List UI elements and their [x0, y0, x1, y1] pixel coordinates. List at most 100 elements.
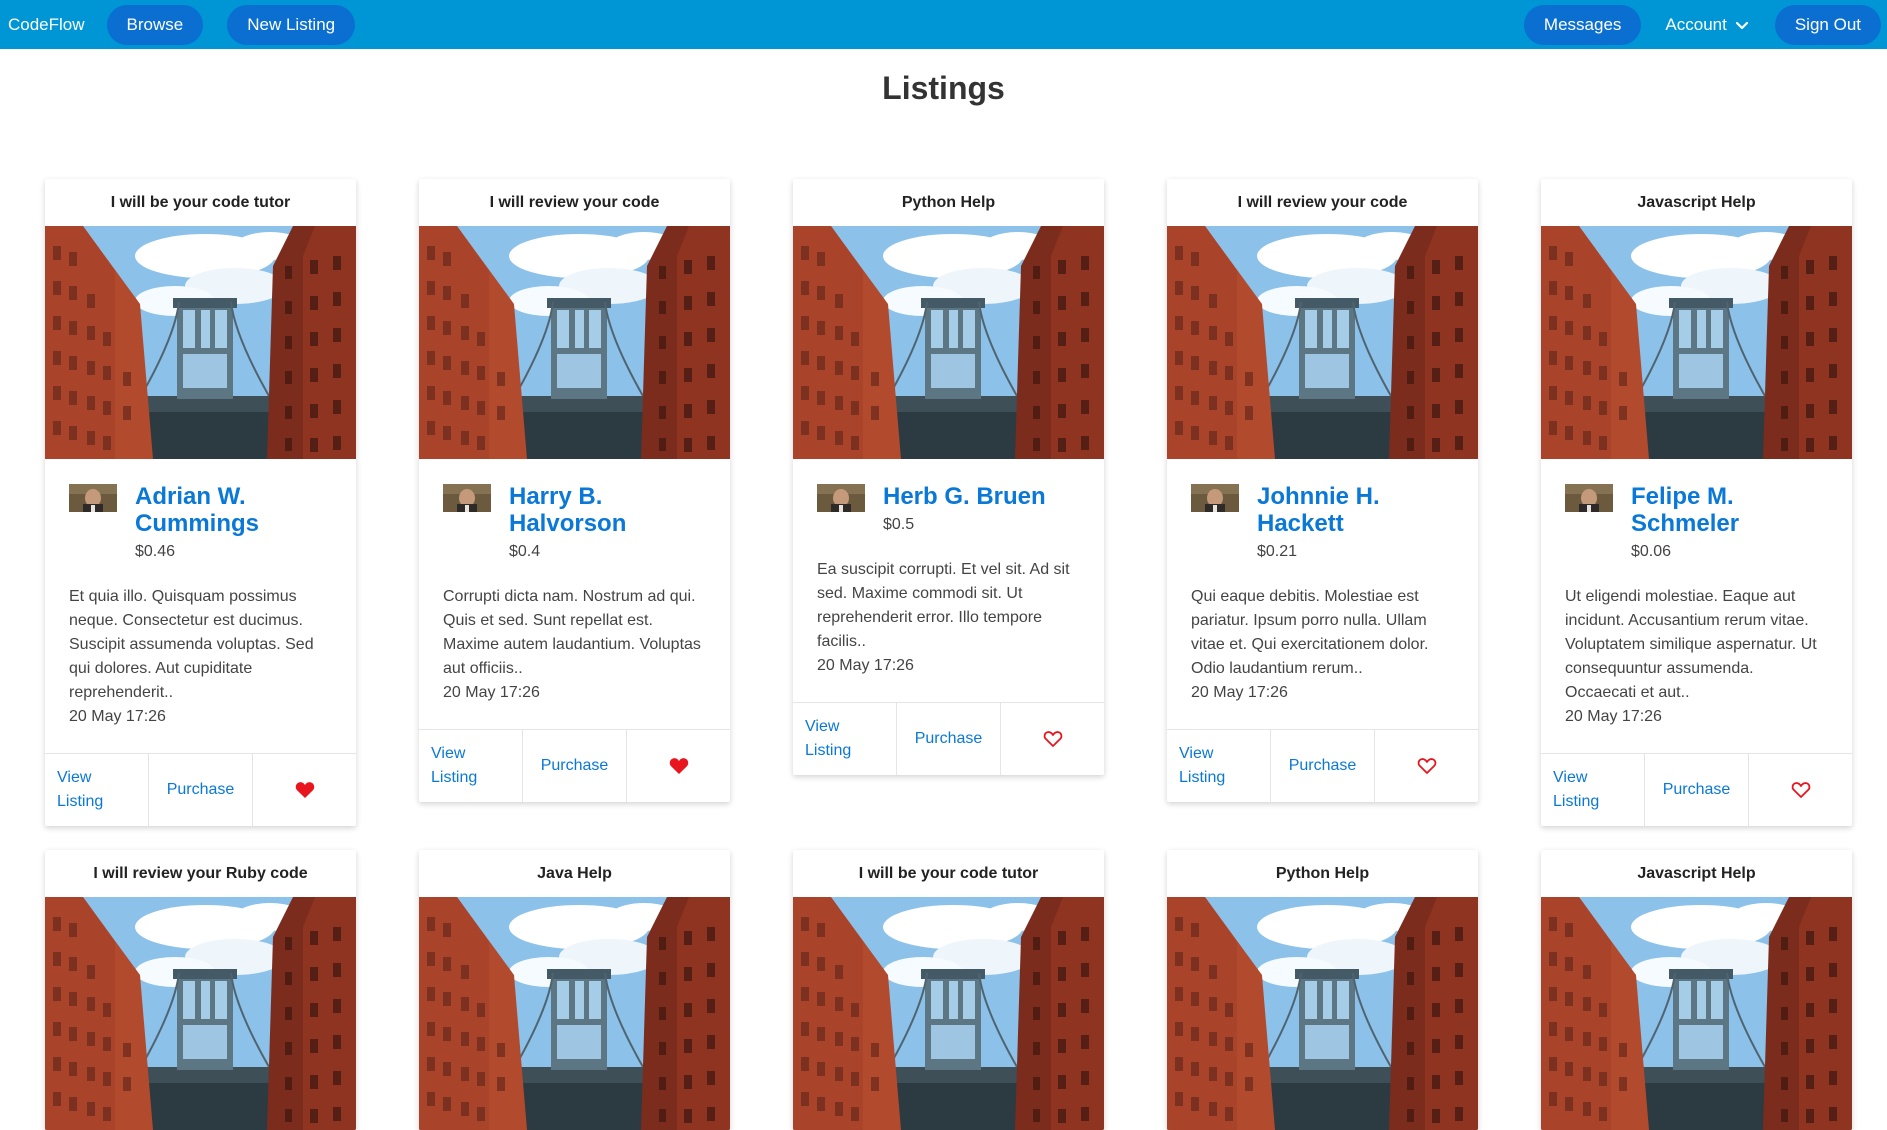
seller-row: Johnnie H. Hackett $0.21 — [1191, 483, 1454, 561]
purchase-link[interactable]: Purchase — [897, 703, 1001, 775]
listing-date: 20 May 17:26 — [817, 657, 914, 674]
browse-button[interactable]: Browse — [106, 4, 204, 45]
account-dropdown[interactable]: Account — [1645, 5, 1768, 45]
seller-row: Adrian W. Cummings $0.46 — [69, 483, 332, 561]
seller-info: Adrian W. Cummings $0.46 — [135, 483, 332, 561]
listing-title: I will be your code tutor — [858, 864, 1039, 882]
listing-image[interactable] — [1167, 226, 1478, 459]
listing-card: I will be your code tutor Adrian W. Cumm… — [45, 179, 356, 826]
seller-info: Felipe M. Schmeler $0.06 — [1631, 483, 1828, 561]
listing-title: Javascript Help — [1637, 193, 1756, 211]
listing-title: Python Help — [901, 193, 996, 211]
page-title: Listings — [882, 70, 1005, 106]
listing-date: 20 May 17:26 — [443, 684, 540, 701]
listing-actions: View Listing Purchase — [1541, 753, 1852, 826]
listing-price: $0.4 — [509, 543, 541, 560]
seller-row: Herb G. Bruen $0.5 — [817, 483, 1080, 534]
view-listing-link[interactable]: View Listing — [45, 754, 149, 826]
listing-image[interactable] — [419, 897, 730, 1130]
seller-info: Herb G. Bruen $0.5 — [883, 483, 1080, 534]
heart-filled-icon — [669, 757, 689, 775]
listing-card: Python Help Herb G. Bruen $0.5 Ea suscip… — [793, 179, 1104, 775]
listing-description: Qui eaque debitis. Molestiae est pariatu… — [1191, 588, 1429, 677]
listing-date: 20 May 17:26 — [1191, 684, 1288, 701]
listing-card: Python Help — [1167, 850, 1478, 1130]
favorite-button[interactable] — [1375, 730, 1478, 802]
listing-title: I will review your Ruby code — [93, 864, 308, 882]
listing-title: Python Help — [1275, 864, 1370, 882]
seller-name[interactable]: Harry B. Halvorson — [509, 483, 706, 537]
listing-date: 20 May 17:26 — [69, 708, 166, 725]
listing-title: I will review your code — [1237, 193, 1408, 211]
heart-outline-icon — [1417, 757, 1437, 775]
listing-image[interactable] — [793, 897, 1104, 1130]
listing-price: $0.21 — [1257, 543, 1298, 560]
seller-info: Johnnie H. Hackett $0.21 — [1257, 483, 1454, 561]
listing-body: Felipe M. Schmeler $0.06 Ut eligendi mol… — [1541, 459, 1852, 753]
listing-description: Ea suscipit corrupti. Et vel sit. Ad sit… — [817, 561, 1070, 650]
listing-card: Java Help — [419, 850, 730, 1130]
purchase-link[interactable]: Purchase — [149, 754, 253, 826]
listing-price: $0.46 — [135, 543, 176, 560]
favorite-button[interactable] — [627, 730, 730, 802]
brand-logo[interactable]: CodeFlow — [8, 15, 85, 35]
listing-title: Java Help — [537, 864, 612, 882]
view-listing-link[interactable]: View Listing — [793, 703, 897, 775]
seller-info: Harry B. Halvorson $0.4 — [509, 483, 706, 561]
listing-image[interactable] — [1541, 897, 1852, 1130]
purchase-link[interactable]: Purchase — [1271, 730, 1375, 802]
listings-grid: I will be your code tutor Adrian W. Cumm… — [45, 179, 1852, 1130]
listing-description: Corrupti dicta nam. Nostrum ad qui. Quis… — [443, 588, 701, 677]
avatar — [69, 484, 117, 512]
seller-name[interactable]: Adrian W. Cummings — [135, 483, 332, 537]
listing-body: Herb G. Bruen $0.5 Ea suscipit corrupti.… — [793, 459, 1104, 702]
listing-image[interactable] — [45, 226, 356, 459]
seller-row: Felipe M. Schmeler $0.06 — [1565, 483, 1828, 561]
listing-body: Harry B. Halvorson $0.4 Corrupti dicta n… — [419, 459, 730, 729]
listing-price: $0.06 — [1631, 543, 1672, 560]
listing-title: I will be your code tutor — [110, 193, 291, 211]
listing-actions: View Listing Purchase — [419, 729, 730, 802]
listing-actions: View Listing Purchase — [793, 702, 1104, 775]
listing-image[interactable] — [45, 897, 356, 1130]
listing-price: $0.5 — [883, 516, 915, 533]
account-label: Account — [1665, 14, 1727, 34]
purchase-link[interactable]: Purchase — [523, 730, 627, 802]
listing-card: I will review your Ruby code — [45, 850, 356, 1130]
listing-description: Ut eligendi molestiae. Eaque aut incidun… — [1565, 588, 1817, 701]
listing-card: I will review your code Johnnie H. Hacke… — [1167, 179, 1478, 802]
listing-image[interactable] — [1167, 897, 1478, 1130]
listing-title: I will review your code — [489, 193, 660, 211]
listing-description: Et quia illo. Quisquam possimus neque. C… — [69, 588, 314, 701]
favorite-button[interactable] — [1001, 703, 1104, 775]
view-listing-link[interactable]: View Listing — [1167, 730, 1271, 802]
favorite-button[interactable] — [253, 754, 356, 826]
heart-outline-icon — [1043, 730, 1063, 748]
listing-body: Adrian W. Cummings $0.46 Et quia illo. Q… — [45, 459, 356, 753]
top-navbar: CodeFlow Browse New Listing Messages Acc… — [0, 0, 1887, 49]
heart-outline-icon — [1791, 781, 1811, 799]
chevron-down-icon — [1735, 21, 1748, 29]
favorite-button[interactable] — [1749, 754, 1852, 826]
seller-name[interactable]: Johnnie H. Hackett — [1257, 483, 1454, 537]
messages-button[interactable]: Messages — [1523, 4, 1642, 45]
listing-image[interactable] — [419, 226, 730, 459]
sign-out-button[interactable]: Sign Out — [1774, 4, 1881, 45]
listing-body: Johnnie H. Hackett $0.21 Qui eaque debit… — [1167, 459, 1478, 729]
heart-filled-icon — [295, 781, 315, 799]
view-listing-link[interactable]: View Listing — [1541, 754, 1645, 826]
seller-name[interactable]: Herb G. Bruen — [883, 483, 1080, 510]
listing-card: I will review your code Harry B. Halvors… — [419, 179, 730, 802]
listing-image[interactable] — [1541, 226, 1852, 459]
purchase-link[interactable]: Purchase — [1645, 754, 1749, 826]
new-listing-button[interactable]: New Listing — [227, 4, 356, 45]
seller-row: Harry B. Halvorson $0.4 — [443, 483, 706, 561]
listing-image[interactable] — [793, 226, 1104, 459]
view-listing-link[interactable]: View Listing — [419, 730, 523, 802]
listing-title: Javascript Help — [1637, 864, 1756, 882]
seller-name[interactable]: Felipe M. Schmeler — [1631, 483, 1828, 537]
avatar — [443, 484, 491, 512]
avatar — [1565, 484, 1613, 512]
listing-actions: View Listing Purchase — [45, 753, 356, 826]
listing-actions: View Listing Purchase — [1167, 729, 1478, 802]
